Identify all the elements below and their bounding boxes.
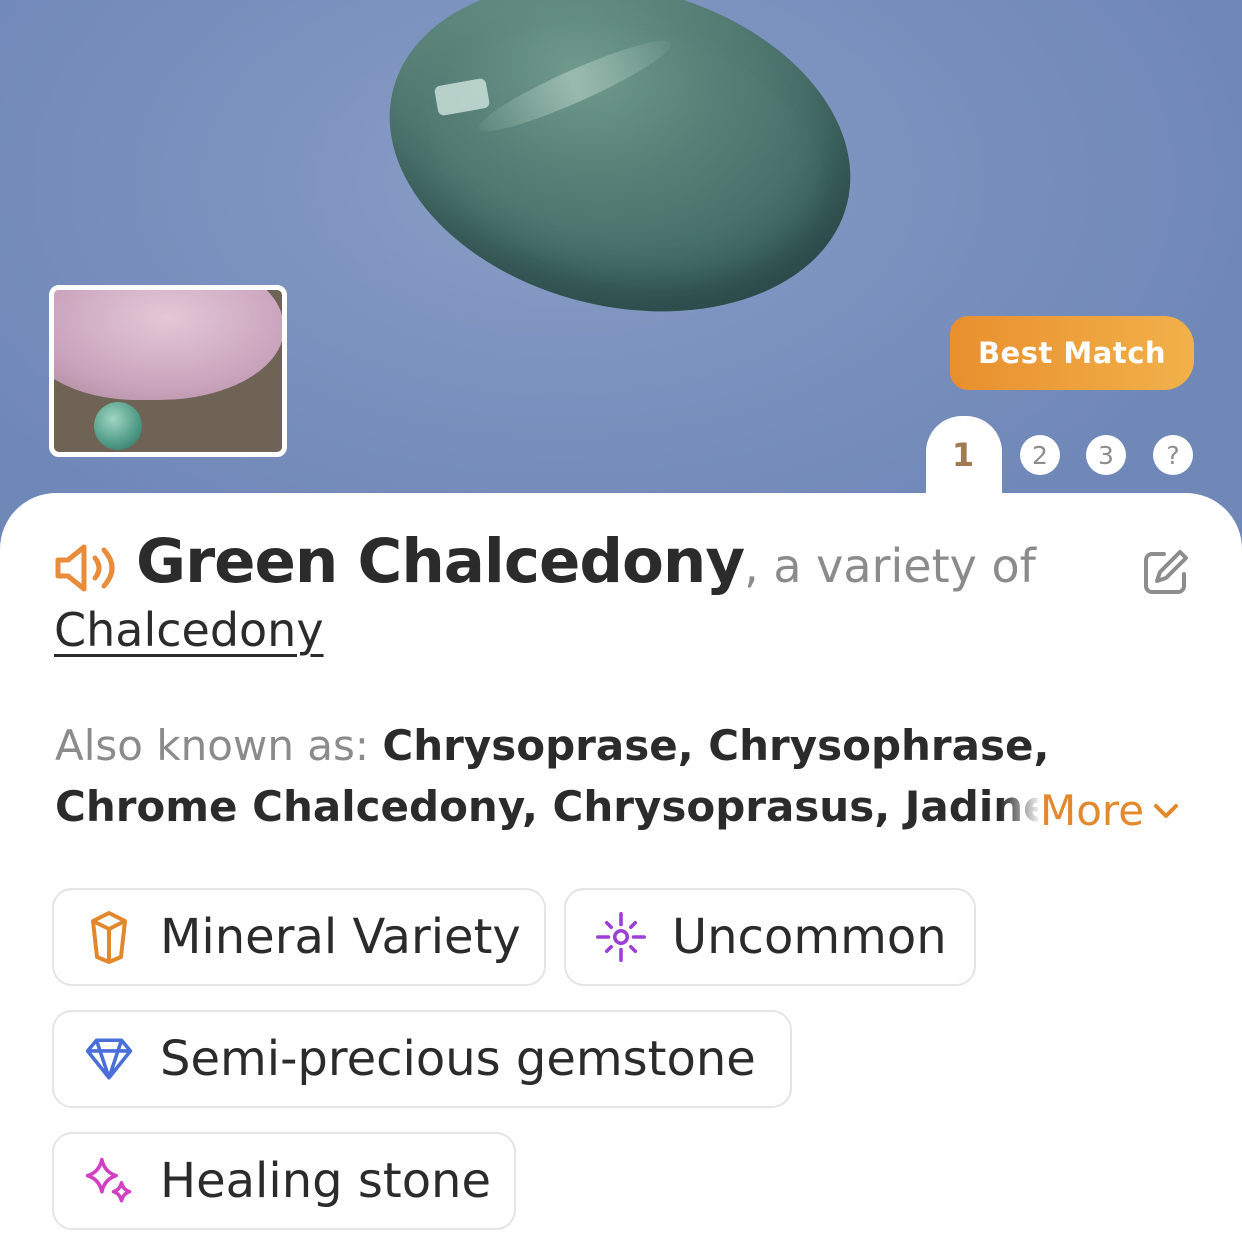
user-photo-thumbnail[interactable] xyxy=(49,285,287,457)
tag-semi-precious-gemstone[interactable]: Semi-precious gemstone xyxy=(52,1010,792,1108)
tag-mineral-variety[interactable]: Mineral Variety xyxy=(52,888,546,986)
tag-label: Uncommon xyxy=(672,909,947,965)
result-page-2[interactable]: 2 xyxy=(1020,435,1060,475)
tag-label: Healing stone xyxy=(160,1153,492,1209)
result-page-help[interactable]: ? xyxy=(1153,435,1193,475)
sparkle-burst-icon xyxy=(596,912,646,962)
tag-label: Semi-precious gemstone xyxy=(160,1031,756,1087)
result-page-3[interactable]: 3 xyxy=(1086,435,1126,475)
parent-mineral-link[interactable]: Chalcedony xyxy=(54,603,324,657)
tag-uncommon[interactable]: Uncommon xyxy=(564,888,976,986)
result-title: Green Chalcedony, a variety of xyxy=(136,526,1036,597)
more-button[interactable]: More xyxy=(1038,786,1181,835)
crystal-icon xyxy=(84,911,134,964)
tag-healing-stone[interactable]: Healing stone xyxy=(52,1132,516,1230)
best-match-badge: Best Match xyxy=(950,316,1194,390)
sparkles-icon xyxy=(84,1156,134,1206)
also-known-as: Also known as: Chrysoprase, Chrysophrase… xyxy=(55,710,1195,782)
more-label: More xyxy=(1040,786,1145,835)
aka-names-line1: Chrysoprase, Chrysophrase, xyxy=(382,721,1050,770)
result-page-1[interactable]: 1 xyxy=(943,435,983,475)
tag-label: Mineral Variety xyxy=(160,909,521,965)
edit-icon[interactable] xyxy=(1142,548,1190,601)
aka-names-line2: Chrome Chalcedony, Chrysoprasus, Jadine xyxy=(55,782,1052,831)
aka-label: Also known as: xyxy=(55,721,383,770)
mineral-name: Green Chalcedony xyxy=(136,526,745,597)
speaker-icon[interactable] xyxy=(54,542,122,599)
diamond-icon xyxy=(84,1034,134,1084)
hero-image xyxy=(0,0,1242,560)
variety-text: , a variety of xyxy=(744,539,1036,593)
chevron-down-icon xyxy=(1154,803,1179,818)
